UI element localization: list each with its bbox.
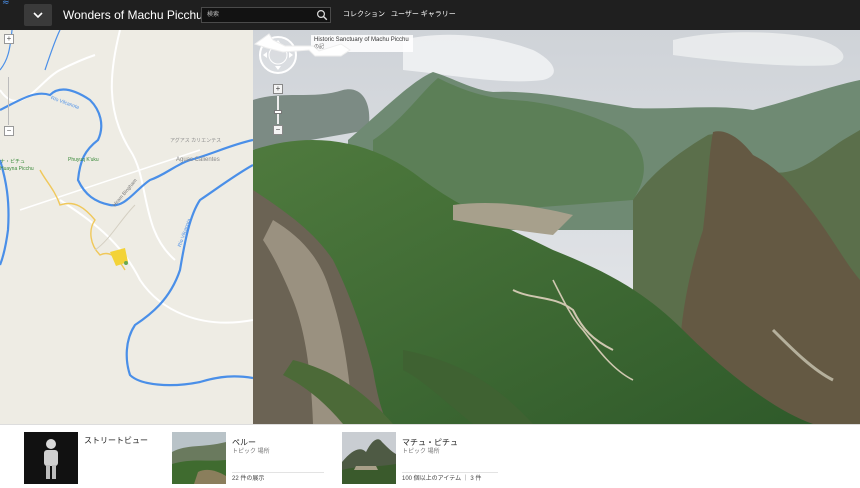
card-title: ペルー: [232, 438, 256, 447]
map-canvas: [0, 30, 253, 387]
card-title: ストリートビュー: [84, 436, 148, 445]
map-panel[interactable]: + − Río Vilcanota アグアス カリエンテス Aguas Cali…: [0, 30, 253, 424]
card-subtitle: トピック 場所: [232, 449, 270, 455]
card-footer: 22 件の展示: [232, 476, 265, 482]
app-logo-icon: ≈: [2, 0, 10, 8]
search-input[interactable]: [202, 8, 319, 22]
peru-landscape-image: [172, 432, 226, 484]
chevron-down-icon: [33, 12, 43, 18]
top-bar: ≈ Wonders of Machu Picchu コレクション ユーザー ギャ…: [0, 0, 860, 30]
topic-card-peru[interactable]: ペルー トピック 場所 22 件の展示: [172, 432, 330, 484]
map-zoom-slider[interactable]: [8, 77, 9, 125]
card-subtitle: トピック 場所: [402, 449, 440, 455]
search-box: [201, 7, 331, 23]
search-icon[interactable]: [316, 9, 328, 21]
card-title: マチュ・ピチュ: [402, 438, 458, 447]
peru-thumbnail: [172, 432, 226, 484]
map-zoom-in-button[interactable]: +: [4, 34, 14, 44]
street-view-card[interactable]: ストリートビュー: [24, 432, 154, 484]
related-items-strip: ストリートビュー ペルー トピック 場所 22 件の展示 マチュ・ピチュ トピッ…: [0, 424, 860, 488]
card-divider: [402, 472, 498, 473]
map-label-ruins: ナ・ピチュ: [0, 159, 26, 165]
street-navigation-arrow-icon[interactable]: [253, 30, 353, 60]
map-label-ruins-latin: Huayna Picchu: [0, 166, 34, 172]
map-label-peak: Phuyuq K'uku: [68, 157, 99, 163]
street-view-thumbnail: [24, 432, 78, 484]
page-title: Wonders of Machu Picchu: [63, 8, 203, 22]
street-view-panorama[interactable]: + − Historic Sanctuary of Machu Picchu の…: [253, 30, 860, 424]
pegman-icon: [44, 439, 58, 479]
map-label-town-latin: Aguas Calientes: [176, 157, 220, 163]
card-divider: [232, 472, 324, 473]
nav-collections-link[interactable]: コレクション: [343, 10, 385, 20]
machu-picchu-image: [342, 432, 396, 484]
machu-picchu-thumbnail: [342, 432, 396, 484]
panorama-zoom-out-button[interactable]: −: [273, 125, 283, 135]
panorama-zoom-in-button[interactable]: +: [273, 84, 283, 94]
map-zoom-out-button[interactable]: −: [4, 126, 14, 136]
nav-user-gallery-link[interactable]: ユーザー ギャラリー: [391, 10, 456, 20]
map-label-town: アグアス カリエンテス: [170, 138, 222, 144]
menu-dropdown-button[interactable]: [24, 4, 52, 26]
topic-card-machu-picchu[interactable]: マチュ・ピチュ トピック 場所 100 個以上のアイテム ｜ 3 件: [342, 432, 502, 484]
panorama-zoom-handle[interactable]: [274, 110, 282, 114]
panorama-image: [253, 30, 860, 424]
card-footer: 100 個以上のアイテム ｜ 3 件: [402, 476, 482, 482]
